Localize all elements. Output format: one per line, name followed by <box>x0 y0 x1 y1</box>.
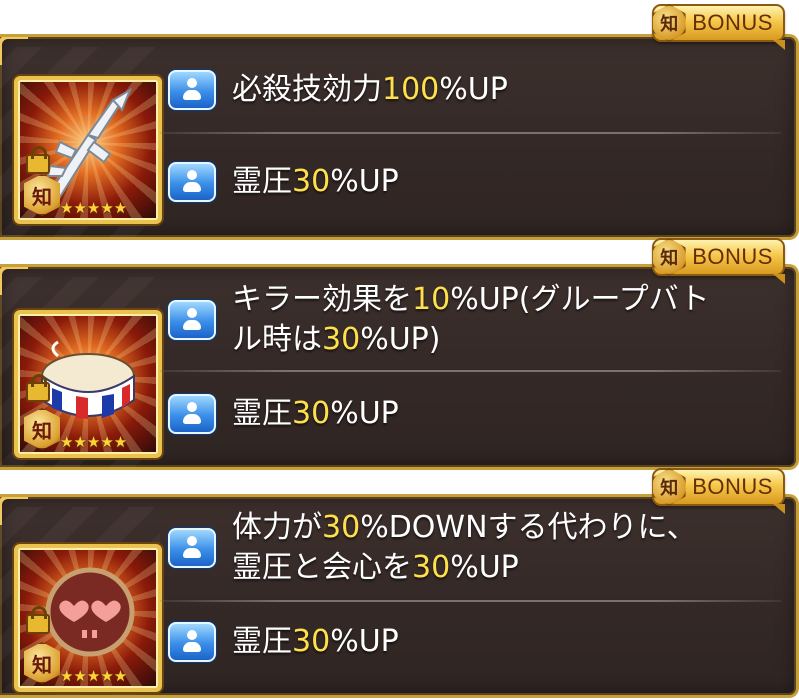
rarity-stars: ★★★★★ <box>60 667 128 685</box>
effect-row: 霊圧30%UP <box>168 620 781 664</box>
chi-emblem-icon: 知 <box>652 4 686 42</box>
person-icon <box>168 70 216 110</box>
lock-icon <box>26 606 50 634</box>
effect-row: 必殺技効力100%UP <box>168 68 781 112</box>
corner-ornament <box>0 267 28 295</box>
corner-ornament <box>0 37 28 65</box>
rarity-stars: ★★★★★ <box>60 433 128 451</box>
bonus-tag: 知 BONUS <box>652 4 785 50</box>
effect-row: 体力が30%DOWNする代わりに、 霊圧と会心を30%UP <box>168 506 781 590</box>
lock-icon <box>26 146 50 174</box>
effect-text: 体力が30%DOWNする代わりに、 霊圧と会心を30%UP <box>232 510 697 585</box>
person-icon <box>168 394 216 434</box>
bonus-tag: 知 BONUS <box>652 238 785 284</box>
effect-row: 霊圧30%UP <box>168 392 781 436</box>
corner-ornament <box>0 497 28 525</box>
rarity-stars: ★★★★★ <box>60 199 128 217</box>
person-icon <box>168 162 216 202</box>
row-divider <box>160 600 781 602</box>
item-icon-frame[interactable]: 知 ★★★★★ <box>14 544 162 692</box>
effect-row: 霊圧30%UP <box>168 160 781 204</box>
row-divider <box>160 132 781 134</box>
bonus-card-1: 知 BONUS 知 ★★★★★ 必殺技効力100%UP 霊圧30%UP <box>0 0 799 240</box>
chi-emblem-icon: 知 <box>652 238 686 276</box>
person-icon <box>168 622 216 662</box>
lock-icon <box>26 374 50 402</box>
effect-text: 霊圧30%UP <box>232 396 399 431</box>
bonus-card-2: 知 BONUS 知 ★★★★★ キラー効果を10%UP(グループバト ル時は30… <box>0 236 799 470</box>
item-icon-frame[interactable]: 知 ★★★★★ <box>14 310 162 458</box>
bonus-label: BONUS <box>692 244 773 269</box>
effect-text: キラー効果を10%UP(グループバト ル時は30%UP) <box>232 282 710 357</box>
bonus-label: BONUS <box>692 10 773 35</box>
effect-text: 必殺技効力100%UP <box>232 72 508 107</box>
item-icon-frame[interactable]: 知 ★★★★★ <box>14 76 162 224</box>
effect-text: 霊圧30%UP <box>232 164 399 199</box>
bonus-tag: 知 BONUS <box>652 468 785 514</box>
bonus-label: BONUS <box>692 474 773 499</box>
person-icon <box>168 528 216 568</box>
effect-row: キラー効果を10%UP(グループバト ル時は30%UP) <box>168 278 781 362</box>
effect-text: 霊圧30%UP <box>232 624 399 659</box>
chi-emblem-icon: 知 <box>652 468 686 506</box>
bonus-card-3: 知 BONUS 知 ★★★★★ 体力が30%DOWNする代わりに、 霊圧と会心を… <box>0 464 799 698</box>
person-icon <box>168 300 216 340</box>
row-divider <box>160 370 781 372</box>
